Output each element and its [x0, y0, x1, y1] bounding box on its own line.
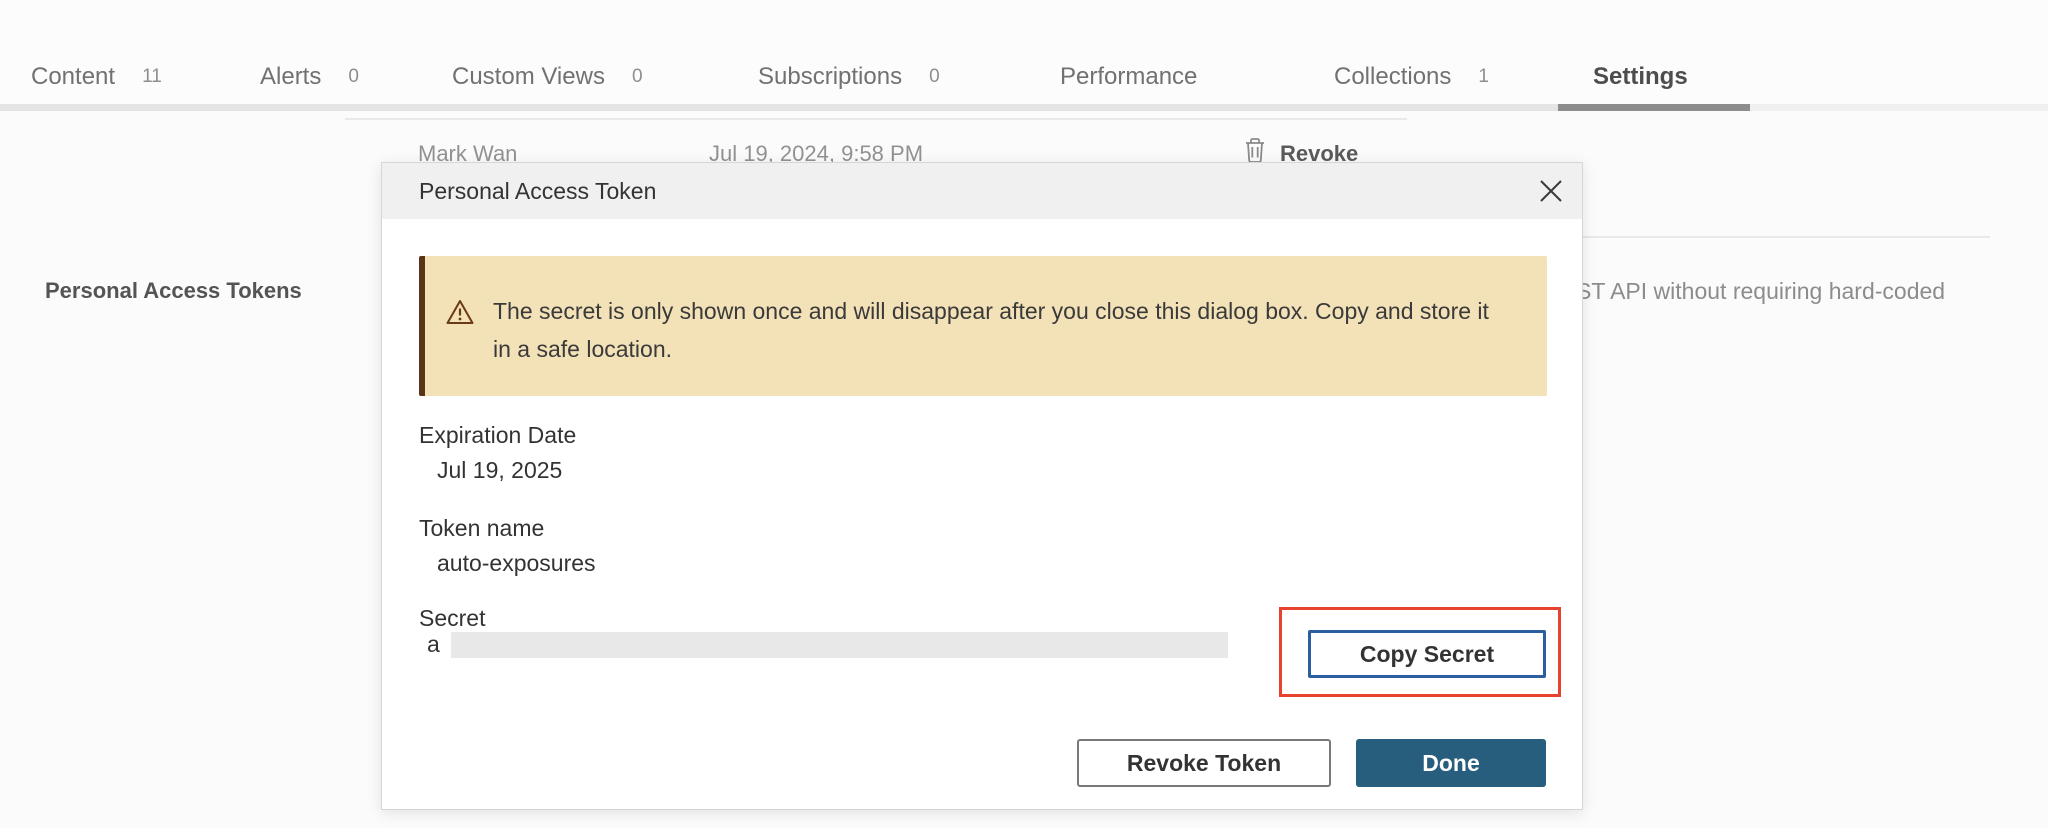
tab-collections[interactable]: Collections 1	[1334, 60, 1489, 94]
token-name-label: Token name	[419, 515, 544, 542]
tab-label: Collections	[1334, 63, 1451, 91]
secret-warning-banner: The secret is only shown once and will d…	[419, 256, 1547, 396]
warning-text: The secret is only shown once and will d…	[493, 292, 1513, 368]
tab-label: Content	[31, 63, 115, 91]
tab-label: Subscriptions	[758, 63, 902, 91]
secret-value-row: a	[427, 631, 1228, 658]
close-icon[interactable]	[1536, 176, 1566, 206]
tab-label: Settings	[1593, 63, 1688, 91]
secret-redacted-bar	[451, 632, 1228, 658]
done-button[interactable]: Done	[1356, 739, 1546, 787]
expiration-date-label: Expiration Date	[419, 422, 576, 449]
table-top-divider	[345, 118, 1407, 120]
section-label-personal-access-tokens: Personal Access Tokens	[45, 278, 302, 304]
personal-access-token-dialog: Personal Access Token The secret is only…	[381, 162, 1583, 810]
tab-count: 11	[142, 66, 162, 88]
tab-content[interactable]: Content 11	[31, 60, 162, 94]
page: Content 11 Alerts 0 Custom Views 0 Subsc…	[0, 0, 2048, 828]
section-description-fragment: ST API without requiring hard-coded	[1576, 278, 1945, 305]
token-name-value: auto-exposures	[437, 550, 596, 577]
tab-count: 0	[929, 66, 940, 88]
secret-value-visible-char: a	[427, 631, 440, 658]
tab-count: 0	[348, 66, 359, 88]
tab-label: Alerts	[260, 63, 321, 91]
tab-label: Performance	[1060, 63, 1197, 91]
expiration-date-value: Jul 19, 2025	[437, 457, 562, 484]
tab-count: 0	[632, 66, 643, 88]
dialog-title: Personal Access Token	[419, 163, 656, 219]
tab-label: Custom Views	[452, 63, 605, 91]
dialog-header: Personal Access Token	[382, 163, 1582, 219]
tab-performance[interactable]: Performance	[1060, 60, 1197, 94]
tab-bar: Content 11 Alerts 0 Custom Views 0 Subsc…	[0, 0, 2048, 111]
tab-subscriptions[interactable]: Subscriptions 0	[758, 60, 940, 94]
active-tab-underline	[1558, 104, 1750, 111]
tab-count: 1	[1478, 66, 1489, 88]
tab-alerts[interactable]: Alerts 0	[260, 60, 359, 94]
trash-icon[interactable]	[1243, 137, 1267, 163]
tab-custom-views[interactable]: Custom Views 0	[452, 60, 643, 94]
tab-settings[interactable]: Settings	[1593, 60, 1688, 94]
secret-label: Secret	[419, 605, 485, 632]
revoke-token-button[interactable]: Revoke Token	[1077, 739, 1331, 787]
warning-triangle-icon	[445, 298, 475, 326]
copy-secret-button[interactable]: Copy Secret	[1308, 630, 1546, 678]
